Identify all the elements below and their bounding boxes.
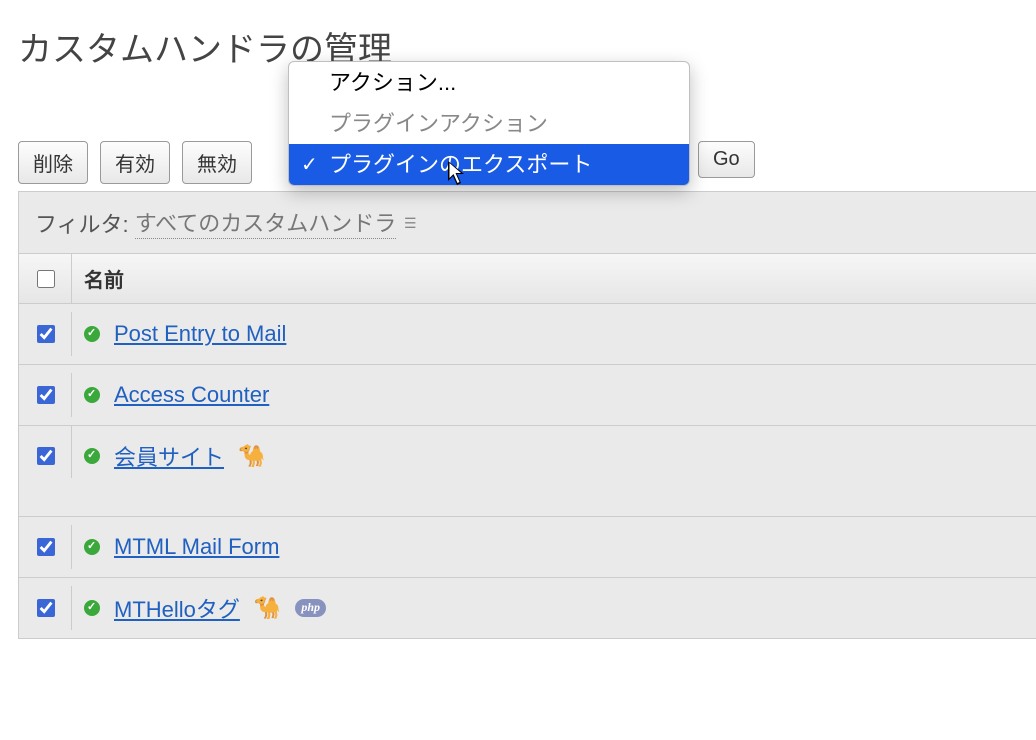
row-checkbox[interactable]: [37, 386, 55, 404]
filter-prefix: フィルタ:: [35, 207, 129, 239]
php-icon: php: [295, 599, 326, 617]
row-checkbox[interactable]: [37, 447, 55, 465]
table-row: MTML Mail Form: [19, 517, 1036, 578]
row-name-link[interactable]: 会員サイト: [114, 440, 224, 472]
table-header: 名前: [19, 253, 1036, 304]
table-row: MTHelloタグ 🐪 php: [19, 578, 1036, 639]
check-icon: ✓: [301, 150, 318, 180]
filter-current-link[interactable]: すべてのカスタムハンドラ: [135, 206, 397, 239]
status-ok-icon: [84, 387, 100, 403]
row-checkbox[interactable]: [37, 599, 55, 617]
status-ok-icon: [84, 326, 100, 342]
disable-button[interactable]: 無効: [182, 141, 252, 184]
dropdown-item-export-plugin[interactable]: ✓ プラグインのエクスポート: [289, 144, 689, 185]
table-row: Access Counter: [19, 365, 1036, 426]
enable-button[interactable]: 有効: [100, 141, 170, 184]
row-name-link[interactable]: MTML Mail Form: [114, 534, 279, 560]
status-ok-icon: [84, 600, 100, 616]
actions-dropdown[interactable]: アクション... プラグインアクション ✓ プラグインのエクスポート: [288, 61, 690, 186]
row-checkbox[interactable]: [37, 538, 55, 556]
listing-panel: フィルタ: すべてのカスタムハンドラ ☰ 名前 Post Entry to Ma…: [18, 191, 1036, 639]
table-row: Post Entry to Mail: [19, 304, 1036, 365]
toolbar: 削除 有効 無効 アクション... プラグインアクション ✓ プラグインのエクス…: [18, 111, 1036, 191]
row-checkbox[interactable]: [37, 325, 55, 343]
dropdown-item-label: プラグインのエクスポート: [329, 152, 592, 177]
status-ok-icon: [84, 539, 100, 555]
perl-camel-icon: 🐪: [238, 443, 265, 469]
delete-button[interactable]: 削除: [18, 141, 88, 184]
status-ok-icon: [84, 448, 100, 464]
row-name-link[interactable]: MTHelloタグ: [114, 592, 240, 624]
column-header-name[interactable]: 名前: [72, 254, 1036, 303]
perl-camel-icon: 🐪: [254, 595, 281, 621]
row-name-link[interactable]: Access Counter: [114, 382, 269, 408]
dropdown-actions-label[interactable]: アクション...: [289, 62, 689, 103]
row-name-link[interactable]: Post Entry to Mail: [114, 321, 286, 347]
table-row: 会員サイト 🐪: [19, 426, 1036, 517]
dropdown-group-label: プラグインアクション: [289, 103, 689, 144]
go-button[interactable]: Go: [698, 141, 755, 178]
list-icon[interactable]: ☰: [402, 216, 420, 230]
filter-bar: フィルタ: すべてのカスタムハンドラ ☰: [19, 192, 1036, 253]
select-all-checkbox[interactable]: [37, 270, 55, 288]
